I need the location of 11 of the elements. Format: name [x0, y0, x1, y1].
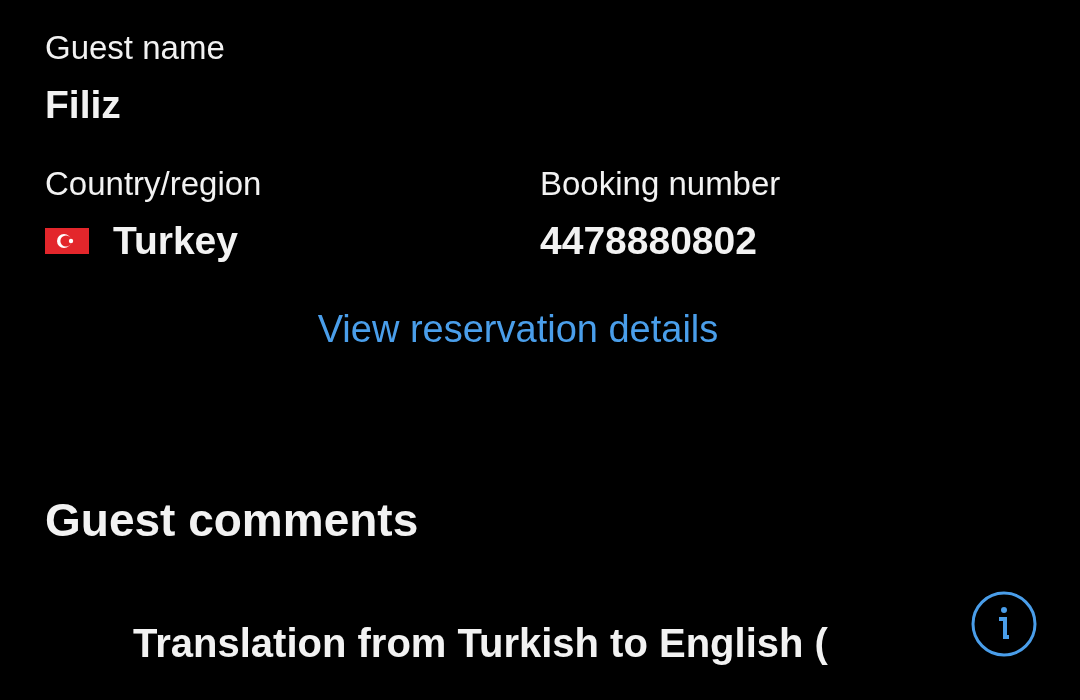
- field-label: Booking number: [540, 164, 782, 204]
- country-name: Turkey: [113, 218, 238, 264]
- guest-name: Filiz: [45, 82, 122, 128]
- field-label: Country/region: [45, 164, 263, 204]
- section-title: Guest comments: [45, 493, 420, 547]
- translation-heading: Translation from Turkish to English (: [133, 621, 829, 666]
- booking-number: 4478880802: [540, 218, 757, 264]
- field-label: Guest name: [45, 28, 226, 68]
- info-icon[interactable]: [971, 591, 1037, 657]
- reservation-details-link[interactable]: View reservation details: [317, 308, 719, 350]
- flag-icon: [45, 228, 89, 254]
